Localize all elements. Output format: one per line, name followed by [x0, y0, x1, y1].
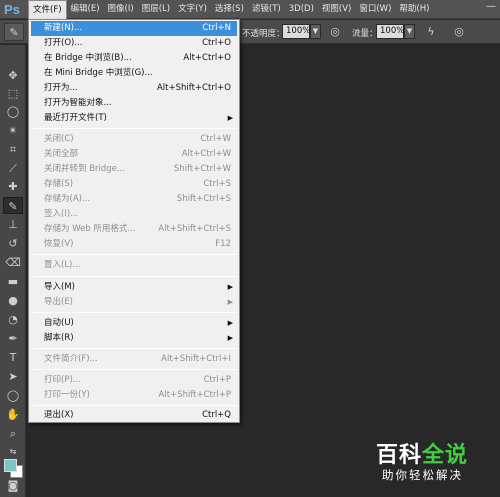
- type-tool-icon[interactable]: T: [3, 349, 23, 366]
- menu-item-browse-mini-bridge[interactable]: 在 Mini Bridge 中浏览(G)...: [31, 66, 237, 81]
- menu-layer[interactable]: 图层(L): [138, 0, 174, 19]
- menu-separator: [33, 254, 237, 255]
- submenu-arrow-icon: ▶: [227, 114, 233, 122]
- minimize-icon[interactable]: —: [486, 1, 496, 12]
- menu-item-open[interactable]: 打开(O)... Ctrl+O: [31, 36, 237, 51]
- menu-separator: [33, 369, 237, 370]
- menu-item-revert[interactable]: 恢复(V) F12: [31, 237, 237, 252]
- opacity-dropdown-icon[interactable]: ▼: [310, 24, 321, 39]
- flow-dropdown-icon[interactable]: ▼: [404, 24, 415, 39]
- menu-item-close-go-bridge[interactable]: 关闭并转到 Bridge... Shift+Ctrl+W: [31, 162, 237, 177]
- brush-preset-icon[interactable]: ✎: [4, 23, 24, 41]
- menu-item-save-as[interactable]: 存储为(A)... Shift+Ctrl+S: [31, 192, 237, 207]
- menu-item-save-for-web[interactable]: 存储为 Web 所用格式... Alt+Shift+Ctrl+S: [31, 222, 237, 237]
- clone-stamp-tool-icon[interactable]: ⊥: [3, 216, 23, 233]
- menu-3d[interactable]: 3D(D): [285, 0, 318, 19]
- menu-item-print[interactable]: 打印(P)... Ctrl+P: [31, 373, 237, 388]
- file-menu-dropdown: 新建(N)... Ctrl+N 打开(O)... Ctrl+O 在 Bridge 中…: [28, 19, 240, 423]
- menu-separator: [33, 312, 237, 313]
- opacity-label: 不透明度：: [242, 29, 285, 39]
- watermark-subtitle: 助你轻松解决: [382, 468, 463, 482]
- menu-item-open-as-smart-object[interactable]: 打开为智能对象...: [31, 96, 237, 111]
- photoshop-logo: Ps: [4, 1, 20, 17]
- foreground-color-swatch[interactable]: [4, 459, 17, 472]
- menu-item-new[interactable]: 新建(N)... Ctrl+N: [31, 21, 237, 36]
- eyedropper-tool-icon[interactable]: ⟋: [3, 160, 23, 177]
- menu-separator: [33, 405, 237, 406]
- eraser-tool-icon[interactable]: ⌫: [3, 254, 23, 271]
- quick-mask-icon[interactable]: ◙: [3, 477, 23, 494]
- pressure-size-icon[interactable]: ◎: [452, 25, 466, 39]
- menu-item-export[interactable]: 导出(E) ▶: [31, 295, 237, 310]
- tools-panel: ✥ ⬚ ◯ ✴ ⌗ ⟋ ✚ ✎ ⊥ ↺ ⌫ ▬ ● ◔ ✒ T ➤ ◯ ✋ ⌕ …: [0, 45, 26, 497]
- swap-colors-icon[interactable]: ⇆: [3, 443, 23, 460]
- history-brush-tool-icon[interactable]: ↺: [3, 235, 23, 252]
- menu-image[interactable]: 图像(I): [104, 0, 138, 19]
- marquee-tool-icon[interactable]: ⬚: [3, 85, 23, 102]
- hand-tool-icon[interactable]: ✋: [3, 406, 23, 423]
- menu-separator: [33, 128, 237, 129]
- shape-tool-icon[interactable]: ◯: [3, 387, 23, 404]
- menu-type[interactable]: 文字(Y): [174, 0, 211, 19]
- watermark-logo: 百科全说 助你轻松解决: [368, 434, 486, 486]
- menubar: Ps 文件(F) 编辑(E) 图像(I) 图层(L) 文字(Y) 选择(S) 滤…: [0, 0, 500, 19]
- dodge-tool-icon[interactable]: ◔: [3, 311, 23, 328]
- submenu-arrow-icon: ▶: [227, 334, 233, 342]
- menu-item-scripts[interactable]: 脚本(R) ▶: [31, 331, 237, 346]
- brush-tool-icon[interactable]: ✎: [3, 197, 23, 214]
- menu-help[interactable]: 帮助(H): [395, 0, 433, 19]
- menu-item-recent-files[interactable]: 最近打开文件(T) ▶: [31, 111, 237, 126]
- menu-filter[interactable]: 滤镜(T): [248, 0, 285, 19]
- flow-field[interactable]: 100%: [376, 24, 404, 39]
- opacity-field[interactable]: 100%: [282, 24, 310, 39]
- menu-edit[interactable]: 编辑(E): [67, 0, 104, 19]
- menu-item-check-in[interactable]: 签入(I)...: [31, 207, 237, 222]
- path-selection-tool-icon[interactable]: ➤: [3, 368, 23, 385]
- lasso-tool-icon[interactable]: ◯: [3, 103, 23, 120]
- menu-item-browse-bridge[interactable]: 在 Bridge 中浏览(B)... Alt+Ctrl+O: [31, 51, 237, 66]
- airbrush-icon[interactable]: ϟ: [424, 25, 438, 39]
- menu-view[interactable]: 视图(V): [318, 0, 355, 19]
- crop-tool-icon[interactable]: ⌗: [3, 141, 23, 158]
- submenu-arrow-icon: ▶: [227, 319, 233, 327]
- menu-item-close-all[interactable]: 关闭全部 Alt+Ctrl+W: [31, 147, 237, 162]
- menu-item-exit[interactable]: 退出(X) Ctrl+Q: [31, 408, 237, 423]
- menu-separator: [33, 348, 237, 349]
- menu-item-save[interactable]: 存储(S) Ctrl+S: [31, 177, 237, 192]
- submenu-arrow-icon: ▶: [227, 298, 233, 306]
- submenu-arrow-icon: ▶: [227, 283, 233, 291]
- menu-item-print-one-copy[interactable]: 打印一份(Y) Alt+Shift+Ctrl+P: [31, 388, 237, 403]
- menu-select[interactable]: 选择(S): [211, 0, 248, 19]
- menu-item-close[interactable]: 关闭(C) Ctrl+W: [31, 132, 237, 147]
- menu-item-open-as[interactable]: 打开为... Alt+Shift+Ctrl+O: [31, 81, 237, 96]
- menu-window[interactable]: 窗口(W): [355, 0, 395, 19]
- pressure-opacity-icon[interactable]: ◎: [328, 25, 342, 39]
- menu-item-place[interactable]: 置入(L)...: [31, 258, 237, 273]
- healing-brush-tool-icon[interactable]: ✚: [3, 178, 23, 195]
- menu-item-automate[interactable]: 自动(U) ▶: [31, 316, 237, 331]
- menu-file[interactable]: 文件(F): [28, 0, 67, 19]
- blur-tool-icon[interactable]: ●: [3, 292, 23, 309]
- gradient-tool-icon[interactable]: ▬: [3, 273, 23, 290]
- move-tool-icon[interactable]: ✥: [3, 67, 23, 84]
- zoom-tool-icon[interactable]: ⌕: [3, 425, 23, 442]
- watermark-title: 百科全说: [376, 443, 469, 468]
- flow-label: 流量：: [352, 29, 378, 39]
- menu-item-import[interactable]: 导入(M) ▶: [31, 280, 237, 295]
- menu-item-file-info[interactable]: 文件简介(F)... Alt+Shift+Ctrl+I: [31, 352, 237, 367]
- menu-separator: [33, 276, 237, 277]
- magic-wand-tool-icon[interactable]: ✴: [3, 122, 23, 139]
- pen-tool-icon[interactable]: ✒: [3, 330, 23, 347]
